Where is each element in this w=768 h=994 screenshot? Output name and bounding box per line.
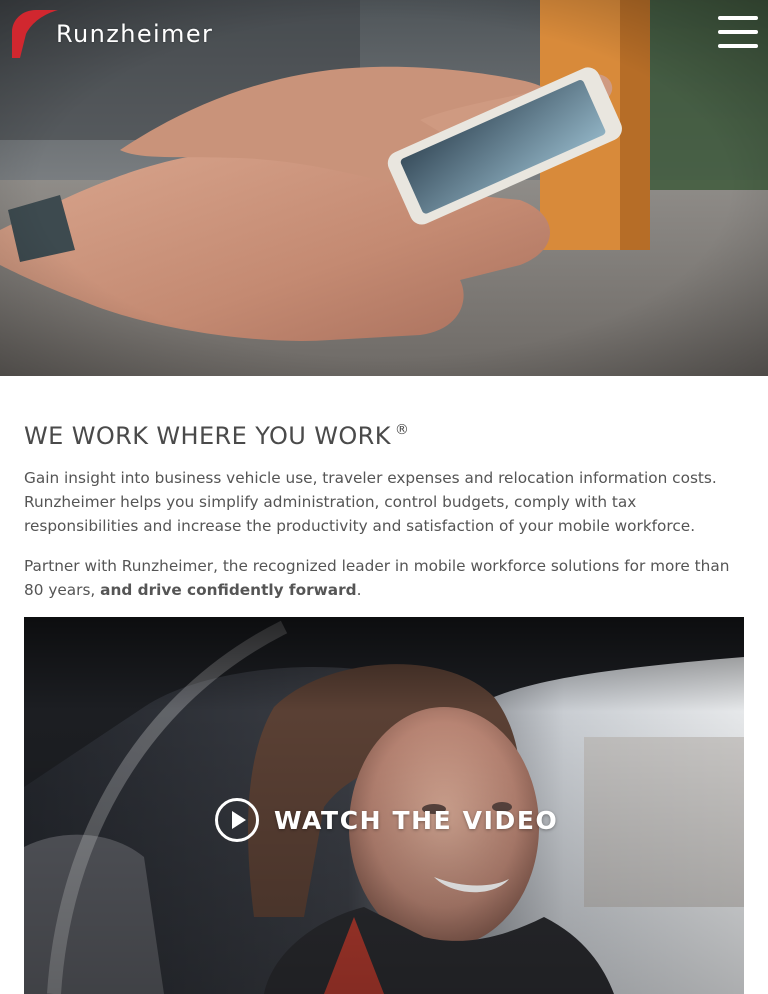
- hamburger-menu-icon[interactable]: [718, 16, 758, 48]
- page: Runzheimer WE WORK WHERE YOU WORK ® Gain …: [0, 0, 768, 994]
- brand-name: Runzheimer: [56, 20, 214, 48]
- play-icon[interactable]: [214, 797, 260, 843]
- logo[interactable]: Runzheimer: [8, 8, 213, 60]
- menu-bar: [718, 30, 758, 34]
- intro-paragraph: Gain insight into business vehicle use, …: [24, 469, 717, 535]
- menu-bar: [718, 16, 758, 20]
- hero-banner: Runzheimer: [0, 0, 768, 376]
- runzheimer-logo-mark-icon: [12, 10, 58, 58]
- watch-video-label[interactable]: WATCH THE VIDEO: [274, 806, 558, 835]
- page-title: WE WORK WHERE YOU WORK ®: [24, 414, 744, 450]
- partner-paragraph-end: .: [356, 581, 362, 599]
- video-thumbnail[interactable]: WATCH THE VIDEO: [24, 617, 744, 994]
- menu-bar: [718, 44, 758, 48]
- registered-mark: ®: [394, 422, 410, 438]
- headline-text: WE WORK WHERE YOU WORK: [24, 422, 391, 450]
- watch-video-cta[interactable]: WATCH THE VIDEO: [214, 797, 558, 843]
- partner-paragraph-emphasis: and drive confidently forward: [100, 581, 357, 599]
- intro-section: WE WORK WHERE YOU WORK ® Gain insight int…: [24, 376, 744, 602]
- partner-paragraph: Partner with Runzheimer, the recognized …: [24, 554, 744, 602]
